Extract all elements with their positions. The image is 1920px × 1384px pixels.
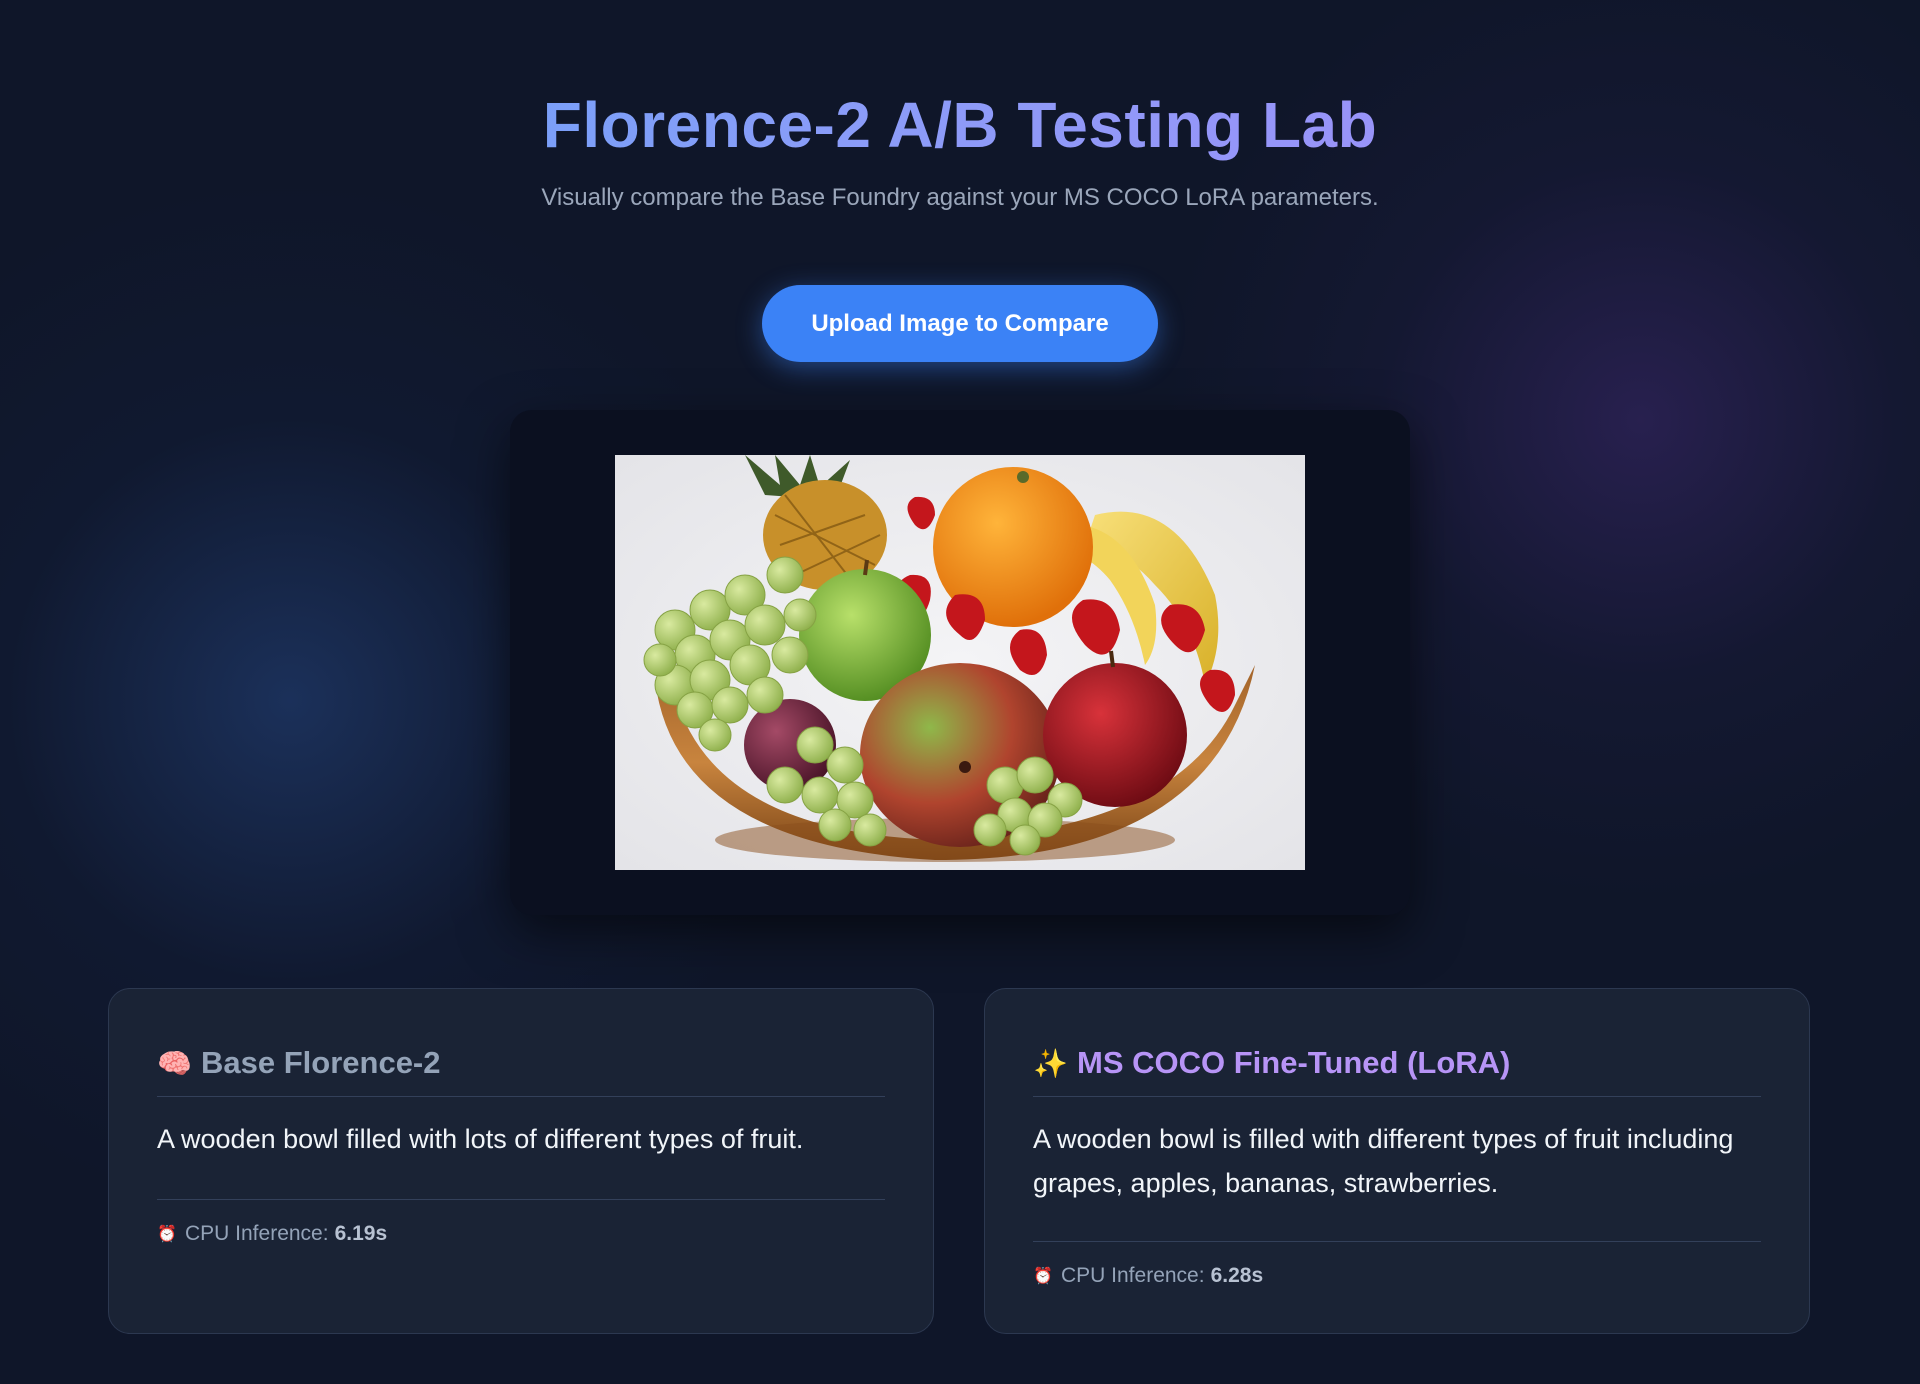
metric-label: CPU Inference:: [1061, 1264, 1205, 1287]
uploaded-image: [615, 455, 1305, 870]
brain-icon: 🧠: [157, 1047, 192, 1079]
lora-model-caption: A wooden bowl is filled with different t…: [1033, 1124, 1734, 1198]
card-divider: [1033, 1096, 1761, 1097]
card-divider: [157, 1199, 885, 1200]
upload-image-button[interactable]: Upload Image to Compare: [762, 285, 1158, 362]
base-model-inference-time: ⏰ CPU Inference: 6.19s: [157, 1222, 387, 1246]
sparkles-icon: ✨: [1033, 1047, 1068, 1079]
lora-model-inference-time: ⏰ CPU Inference: 6.28s: [1033, 1264, 1263, 1288]
lora-model-title-text: MS COCO Fine-Tuned (LoRA): [1077, 1045, 1511, 1080]
lora-model-card: ✨ MS COCO Fine-Tuned (LoRA) A wooden bow…: [984, 988, 1810, 1334]
base-model-caption: A wooden bowl filled with lots of differ…: [157, 1124, 804, 1154]
metric-label: CPU Inference:: [185, 1222, 329, 1245]
base-model-card: 🧠 Base Florence-2 A wooden bowl filled w…: [108, 988, 934, 1334]
card-divider: [1033, 1241, 1761, 1242]
base-model-title: 🧠 Base Florence-2: [157, 1041, 885, 1085]
metric-value: 6.19s: [334, 1222, 388, 1245]
metric-value: 6.28s: [1210, 1264, 1264, 1287]
base-model-title-text: Base Florence-2: [201, 1045, 441, 1080]
image-preview-panel: [510, 410, 1410, 915]
page-title: Florence-2 A/B Testing Lab: [0, 86, 1920, 164]
alarm-clock-icon: ⏰: [1033, 1268, 1053, 1285]
lora-model-title: ✨ MS COCO Fine-Tuned (LoRA): [1033, 1041, 1761, 1085]
page-subtitle: Visually compare the Base Foundry agains…: [541, 184, 1379, 211]
alarm-clock-icon: ⏰: [157, 1226, 177, 1243]
card-divider: [157, 1096, 885, 1097]
fruit-bowl-image: [615, 455, 1305, 870]
